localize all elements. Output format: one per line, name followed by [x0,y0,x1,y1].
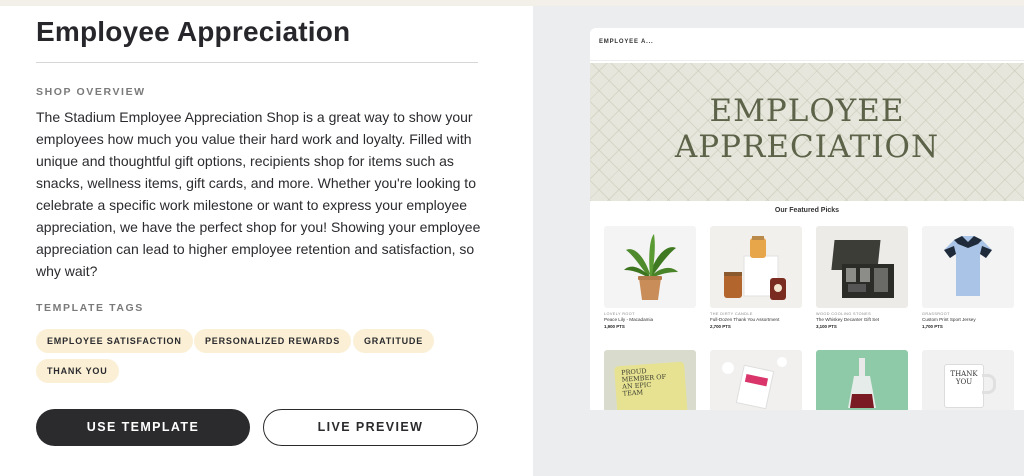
tag-employee-satisfaction[interactable]: EMPLOYEE SATISFACTION [36,329,193,353]
product-points: 3,100 PTS [816,324,837,329]
shop-overview-label: SHOP OVERVIEW [36,86,146,98]
thank-you-mug-image: THANK YOU [922,350,1014,410]
mug-handle [982,374,996,394]
proud-member-pouch-image: PROUD MEMBER OF AN EPIC TEAM [604,350,696,410]
product-brand: LOVELY ROOT [604,312,635,316]
gift-box-image [710,350,802,410]
product-name: Custom Print Sport Jersey [922,317,976,322]
product-name: Peace Lily - Macadamia [604,317,654,322]
product-card[interactable]: WOOD COOLING STONES The Whiskey Decanter… [816,226,908,329]
decanter-image [816,350,908,410]
use-template-button[interactable]: USE TEMPLATE [36,409,250,446]
peace-lily-image [604,226,696,308]
hero-title-line2: APPRECIATION [674,129,940,165]
product-card[interactable]: THANK YOU [922,350,1014,410]
product-card[interactable] [710,350,802,410]
pouch-text: PROUD MEMBER OF AN EPIC TEAM [621,367,667,398]
product-card[interactable]: PROUD MEMBER OF AN EPIC TEAM [604,350,696,410]
product-card[interactable]: GRASSROOT Custom Print Sport Jersey 1,70… [922,226,1014,329]
shop-overview-description: The Stadium Employee Appreciation Shop i… [36,109,481,279]
product-points: 1,900 PTS [604,324,625,329]
title-divider [36,62,478,63]
tag-thank-you[interactable]: THANK YOU [36,359,119,383]
product-brand: WOOD COOLING STONES [816,312,871,316]
product-card[interactable] [816,350,908,410]
template-tags-label: TEMPLATE TAGS [36,302,144,314]
hero-title: EMPLOYEE APPRECIATION [590,93,1024,165]
whiskey-decanter-image [816,226,908,308]
tag-gratitude[interactable]: GRATITUDE [353,329,435,353]
hero-banner: EMPLOYEE APPRECIATION [590,63,1024,201]
product-points: 2,700 PTS [710,324,731,329]
candle-assortment-image [710,226,802,308]
product-name: The Whiskey Decanter Gift Set [816,317,880,322]
product-brand: THE DIRTY CANDLE [710,312,753,316]
page-title: Employee Appreciation [36,16,351,47]
featured-picks-heading: Our Featured Picks [774,207,840,214]
sport-jersey-image [922,226,1014,308]
tag-personalized-rewards[interactable]: PERSONALIZED REWARDS [194,329,352,353]
product-points: 1,700 PTS [922,324,943,329]
preview-tab-title: EMPLOYEE A... [599,39,654,45]
live-preview-button[interactable]: LIVE PREVIEW [263,409,478,446]
hero-title-line1: EMPLOYEE [709,93,905,129]
product-name: Full-Dozen Thank You Assortment [710,317,780,322]
product-card[interactable]: LOVELY ROOT Peace Lily - Macadamia 1,900… [604,226,696,329]
shop-preview-screenshot: EMPLOYEE A... EMPLOYEE APPRECIATION Our … [590,28,1024,410]
product-brand: GRASSROOT [922,312,950,316]
preview-header-divider [590,60,1024,61]
template-detail-page: Employee Appreciation SHOP OVERVIEW The … [0,0,1024,476]
mug-text: THANK YOU [950,370,978,386]
product-card[interactable]: THE DIRTY CANDLE Full-Dozen Thank You As… [710,226,802,329]
